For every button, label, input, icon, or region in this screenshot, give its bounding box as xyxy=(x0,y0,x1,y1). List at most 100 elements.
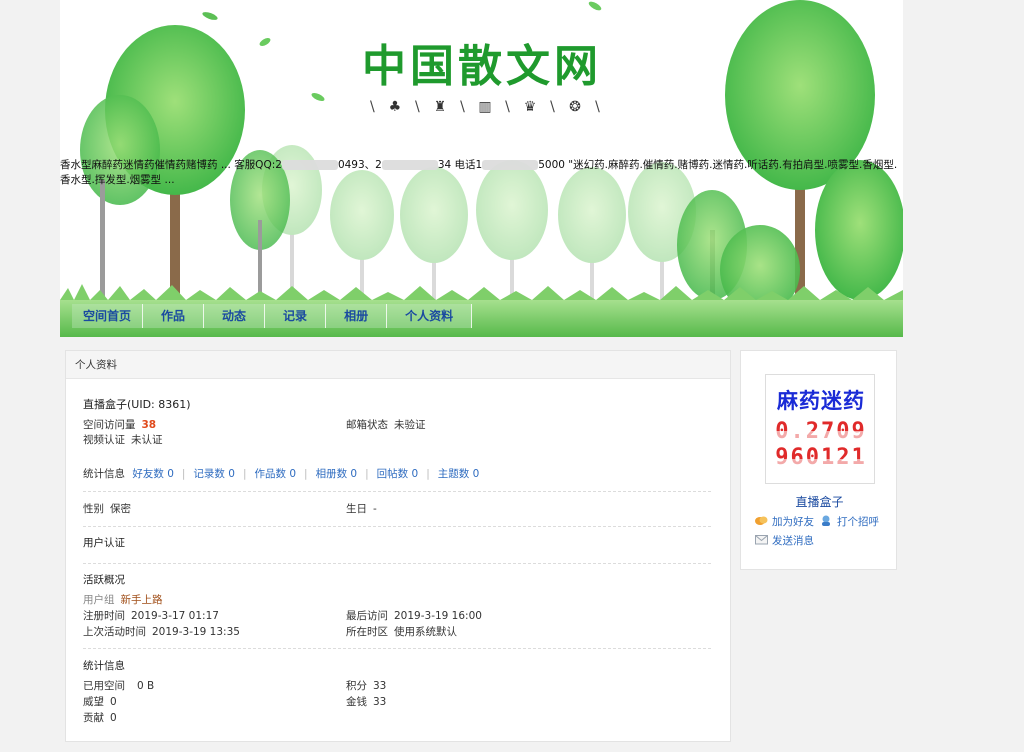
site-title: 中国散文网 xyxy=(362,41,602,92)
last-visit-value: 2019-3-19 16:00 xyxy=(394,610,482,622)
greet-icon xyxy=(822,515,830,526)
reg-time-row: 注册时间 2019-3-17 01:17 xyxy=(83,609,219,623)
wreath-emblem-icon: ❂ xyxy=(569,99,581,115)
divider-slash: \ xyxy=(550,99,555,115)
nav-albums[interactable]: 相册 xyxy=(326,304,388,328)
marquee-text-2: 0493、2 xyxy=(337,159,382,171)
contrib-value: 0 xyxy=(110,712,117,724)
last-active-label: 上次活动时间 xyxy=(83,626,146,638)
avatar-text-line1: 麻药迷药 xyxy=(777,389,865,413)
site-description: 香水型麻醉药迷情药催情药赌博药 ... 客服QQ:2 0493、2 34 电话1 50… xyxy=(60,158,903,188)
handshake-icon xyxy=(755,516,768,525)
blurred-region xyxy=(281,160,338,170)
gender-value: 保密 xyxy=(110,503,131,515)
space-nav: 空间首页 作品 动态 记录 相册 个人资料 xyxy=(72,304,473,328)
stat-separator: | xyxy=(242,468,247,480)
blurred-region xyxy=(776,459,866,471)
book-emblem-icon: ▥ xyxy=(478,99,492,115)
envelope-icon xyxy=(755,535,768,545)
birthday-row: 生日 - xyxy=(346,502,377,516)
crown-emblem-icon: ♛ xyxy=(523,99,537,115)
send-message-link[interactable]: 发送消息 xyxy=(755,533,814,548)
activity-title: 活跃概况 xyxy=(83,574,125,586)
money-label: 金钱 xyxy=(346,696,367,708)
divider xyxy=(83,648,711,649)
reg-time-label: 注册时间 xyxy=(83,610,125,622)
divider xyxy=(83,491,711,492)
timezone-value: 使用系统默认 xyxy=(394,626,457,638)
contrib-row: 贡献 0 xyxy=(83,711,117,725)
birthday-value: - xyxy=(373,503,377,515)
divider-slash: \ xyxy=(370,99,375,115)
marquee-text-3: 34 电话1 xyxy=(437,159,483,171)
stat-albums[interactable]: 相册数 0 xyxy=(316,468,358,480)
nav-activity[interactable]: 动态 xyxy=(204,304,266,328)
tree-emblem-icon: ♣ xyxy=(388,99,402,115)
greet-link[interactable]: 打个招呼 xyxy=(820,514,879,529)
stats-label: 统计信息 xyxy=(83,468,125,480)
stat-separator: | xyxy=(365,468,369,480)
emblem-row: \ ♣ \ ♜ \ ▥ \ ♛ \ ❂ \ xyxy=(370,92,600,122)
user-group-label: 用户组 xyxy=(83,594,115,606)
stat-works[interactable]: 作品数 0 xyxy=(255,468,297,480)
points-label: 积分 xyxy=(346,680,367,692)
avatar[interactable]: 麻药迷药 0.2709 960121 xyxy=(765,374,875,484)
reg-time-value: 2019-3-17 01:17 xyxy=(131,610,219,622)
video-cert-value: 未认证 xyxy=(131,434,163,446)
user-card: 麻药迷药 0.2709 960121 直播盒子 加为好友 打个招呼 发送消息 xyxy=(740,350,897,570)
visits-count: 38 xyxy=(141,419,157,431)
last-visit-row: 最后访问 2019-3-19 16:00 xyxy=(346,609,482,623)
stat-separator: | xyxy=(304,468,308,480)
user-group-row: 用户组 新手上路 xyxy=(83,593,163,607)
divider-slash: \ xyxy=(460,99,465,115)
divider-slash: \ xyxy=(595,99,600,115)
stats-row: 统计信息 好友数 0 | 记录数 0 | 作品数 0 | 相册数 0 | 回帖数 0 | 主题数 0 xyxy=(83,467,479,481)
email-status-row: 邮箱状态 未验证 xyxy=(346,418,426,432)
prestige-label: 威望 xyxy=(83,696,104,708)
space-used-value: 0 B xyxy=(137,680,155,692)
nav-records[interactable]: 记录 xyxy=(265,304,327,328)
divider xyxy=(83,526,711,527)
stat-friends[interactable]: 好友数 0 xyxy=(132,468,174,480)
blurred-region xyxy=(381,160,438,170)
timezone-row: 所在时区 使用系统默认 xyxy=(346,625,457,639)
blurred-region xyxy=(776,431,866,443)
stat-separator: | xyxy=(181,468,186,480)
stat-threads[interactable]: 主题数 0 xyxy=(438,468,480,480)
last-visit-label: 最后访问 xyxy=(346,610,388,622)
panel-title: 个人资料 xyxy=(66,351,730,379)
profile-panel: 个人资料 直播盒子(UID: 8361) 空间访问量 38 邮箱状态 未验证 视频认… xyxy=(65,350,731,742)
marquee-text-1: 香水型麻醉药迷情药催情药赌博药 ... 客服QQ:2 xyxy=(60,159,282,171)
contrib-label: 贡献 xyxy=(83,712,104,724)
nav-works[interactable]: 作品 xyxy=(143,304,205,328)
points-value: 33 xyxy=(373,680,387,692)
video-cert-row: 视频认证 未认证 xyxy=(83,433,163,447)
user-name-link[interactable]: 直播盒子 xyxy=(741,493,898,510)
header-banner: 中国散文网 \ ♣ \ ♜ \ ▥ \ ♛ \ ❂ \ 香水型麻醉药迷情药催情药… xyxy=(60,0,903,337)
add-friend-link[interactable]: 加为好友 xyxy=(755,514,814,529)
video-cert-label: 视频认证 xyxy=(83,434,125,446)
gender-label: 性别 xyxy=(83,503,104,515)
visits-label: 空间访问量 xyxy=(83,419,136,431)
user-cert-label: 用户认证 xyxy=(83,537,125,549)
info-title: 统计信息 xyxy=(83,660,125,672)
stat-records[interactable]: 记录数 0 xyxy=(193,468,235,480)
space-used-label: 已用空间 xyxy=(83,680,125,692)
profile-username: 直播盒子(UID: 8361) xyxy=(83,398,191,411)
visits-row: 空间访问量 38 xyxy=(83,418,156,432)
points-row: 积分 33 xyxy=(346,679,386,693)
email-status-value: 未验证 xyxy=(394,419,426,431)
stat-replies[interactable]: 回帖数 0 xyxy=(377,468,419,480)
nav-space-home[interactable]: 空间首页 xyxy=(72,304,144,328)
timezone-label: 所在时区 xyxy=(346,626,388,638)
divider xyxy=(83,563,711,564)
email-status-label: 邮箱状态 xyxy=(346,419,388,431)
user-group-value[interactable]: 新手上路 xyxy=(121,594,163,606)
birthday-label: 生日 xyxy=(346,503,367,515)
space-used-row: 已用空间 0 B xyxy=(83,679,154,693)
gender-row: 性别 保密 xyxy=(83,502,131,516)
nav-profile[interactable]: 个人资料 xyxy=(387,304,473,328)
prestige-value: 0 xyxy=(110,696,117,708)
stat-separator: | xyxy=(426,468,430,480)
crest-emblem-icon: ♜ xyxy=(433,99,447,115)
